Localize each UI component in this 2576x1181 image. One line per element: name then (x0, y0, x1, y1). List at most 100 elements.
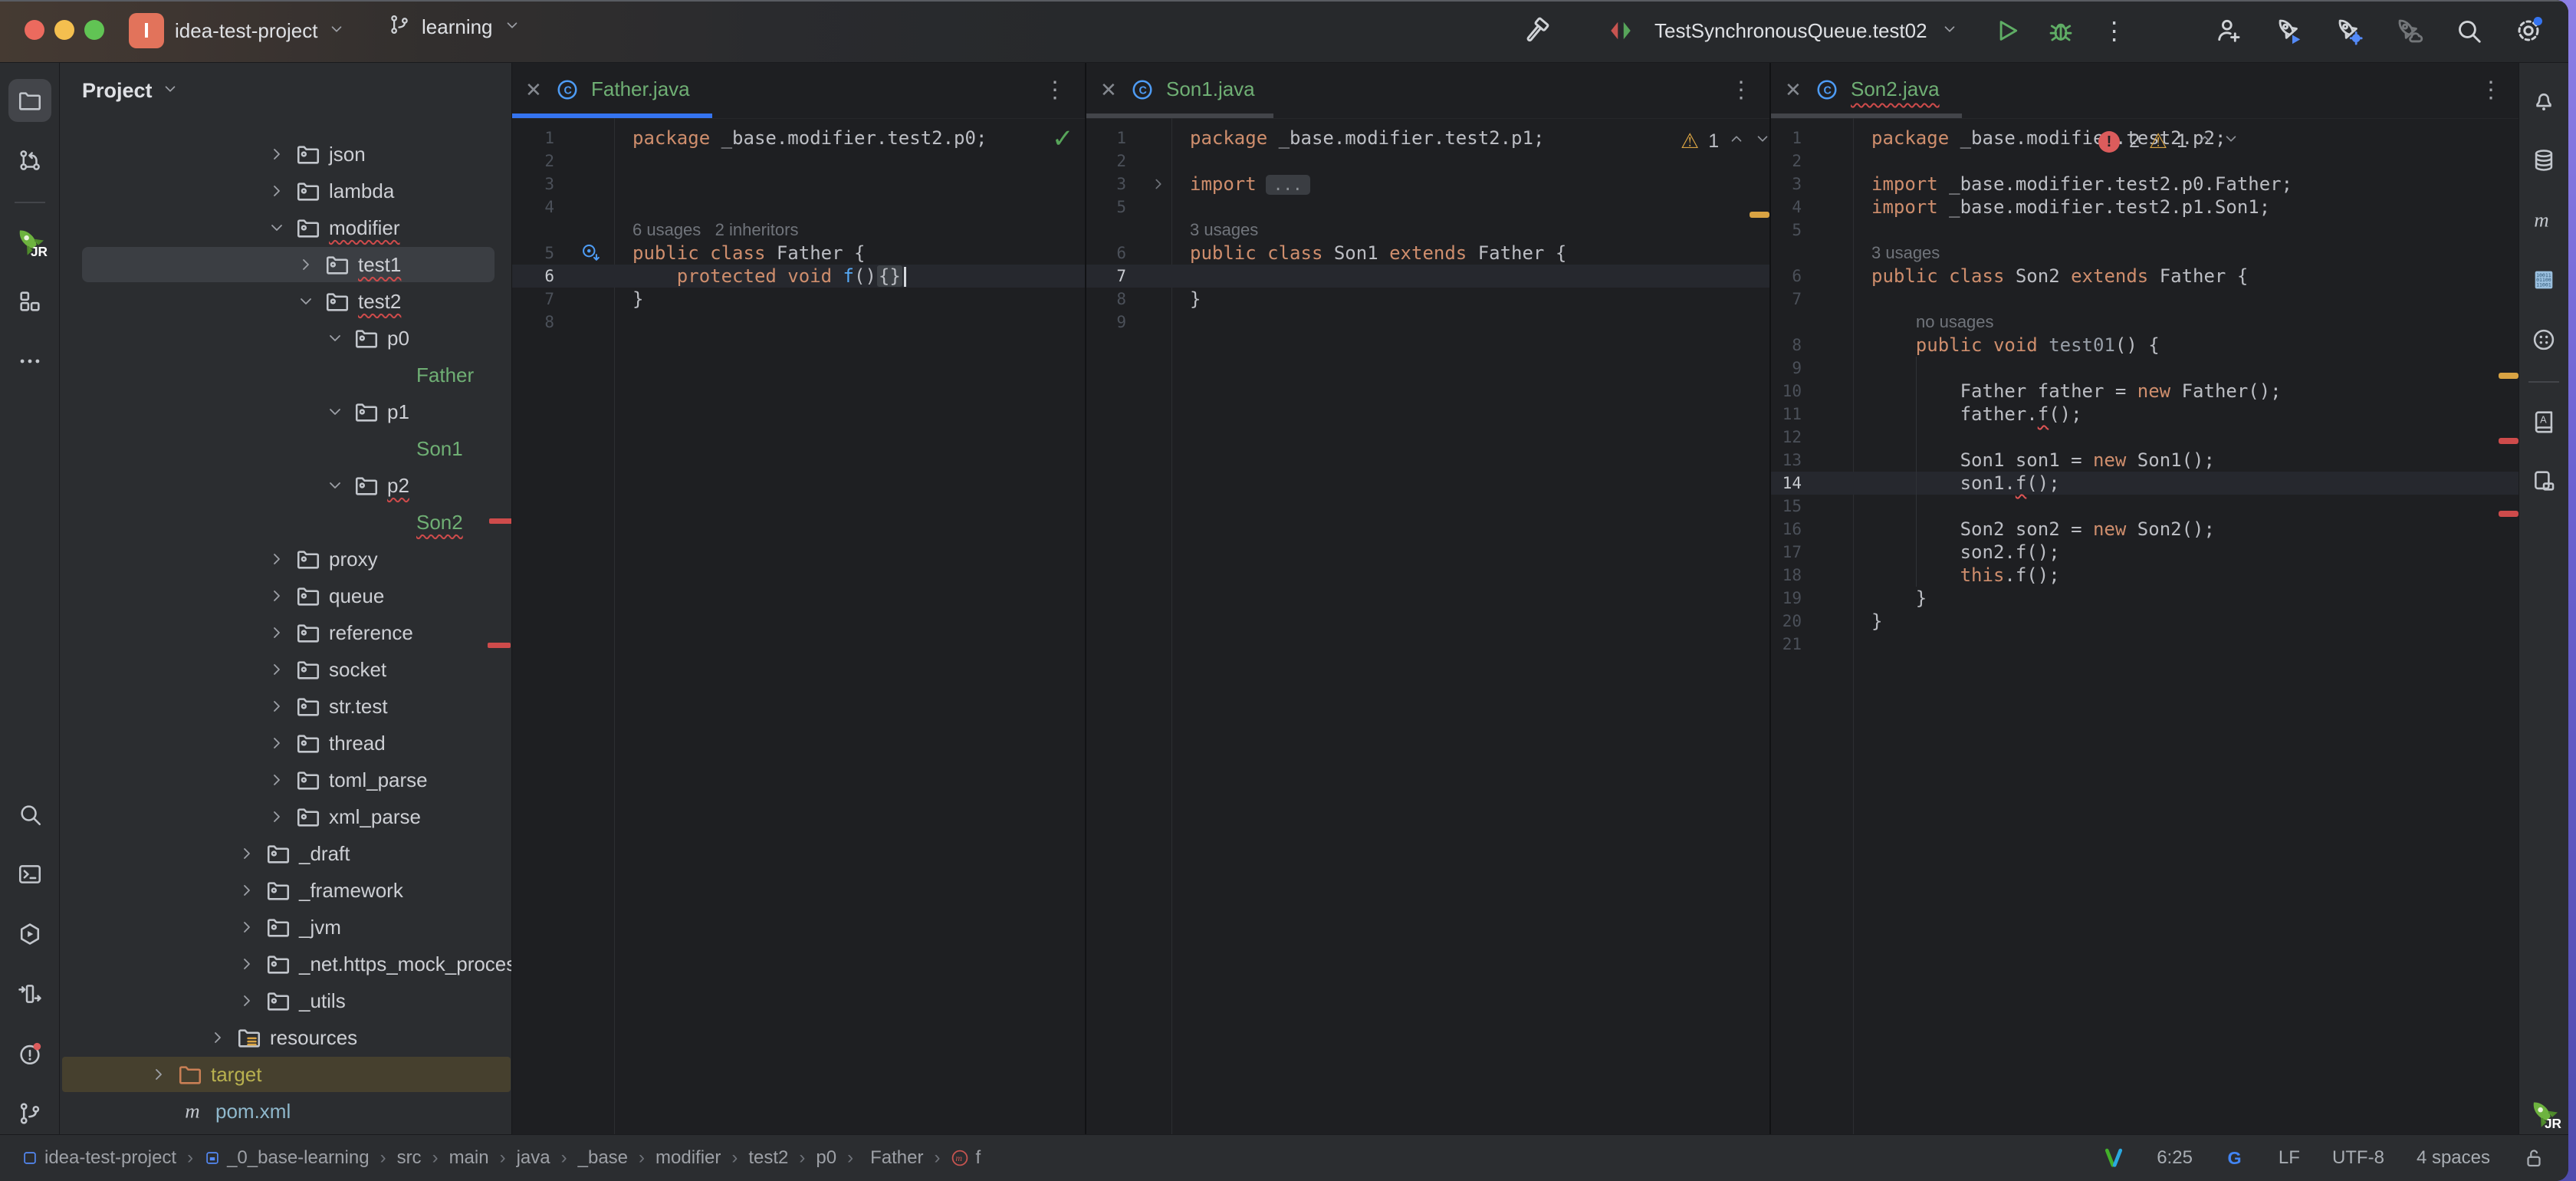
chevron-right-icon[interactable] (238, 835, 256, 872)
services-icon[interactable] (8, 913, 51, 956)
chevron-right-icon[interactable] (150, 1056, 168, 1093)
problems-icon[interactable] (8, 1032, 51, 1075)
tree-item-proxy[interactable]: proxy (59, 541, 511, 577)
chevron-down-icon[interactable] (297, 283, 315, 320)
inspections-widget[interactable]: !2⚠1 (2098, 130, 2239, 153)
breadcrumb-p0[interactable]: p0 (816, 1147, 836, 1169)
profiler-debug-button[interactable] (2329, 11, 2369, 51)
tree-item-thread[interactable]: thread (59, 725, 511, 762)
tree-item-toml_parse[interactable]: toml_parse (59, 762, 511, 798)
button-icon[interactable] (2522, 318, 2565, 361)
close-tab-icon[interactable]: ✕ (1100, 62, 1117, 118)
project-panel-header[interactable]: Project (82, 79, 179, 103)
breadcrumb-main[interactable]: main (449, 1147, 489, 1169)
indent[interactable]: 4 spaces (2417, 1147, 2490, 1169)
lock-icon[interactable] (2522, 1146, 2545, 1169)
tree-item-Son1[interactable]: Son1 (59, 430, 511, 467)
project-widget[interactable]: I idea-test-project (129, 13, 345, 48)
close-tab-icon[interactable]: ✕ (1785, 62, 1802, 118)
caret-position[interactable]: 6:25 (2157, 1147, 2193, 1169)
chevron-right-icon[interactable] (268, 798, 286, 835)
chevron-down-icon[interactable] (268, 209, 286, 246)
maven-icon[interactable]: m (2522, 199, 2565, 242)
tree-item-modifier[interactable]: modifier (59, 209, 511, 246)
debug-button[interactable] (2041, 11, 2081, 51)
code-editor-son2[interactable]: 1package _base.modifier.test2.p2;23impor… (1771, 118, 2521, 1135)
tree-item-Father[interactable]: Father (59, 357, 511, 393)
layout-icon[interactable] (2522, 459, 2565, 502)
tab-options-icon[interactable]: ⋮ (2479, 62, 2502, 118)
code-editor-son1[interactable]: 1package _base.modifier.test2.p1;23impor… (1086, 118, 1771, 1135)
encoding[interactable]: UTF-8 (2332, 1147, 2384, 1169)
terminal-icon[interactable] (8, 853, 51, 896)
usages-inlay[interactable]: 3 usages (1190, 219, 1258, 242)
chevron-right-icon[interactable] (268, 725, 286, 762)
chevron-right-icon[interactable] (268, 688, 286, 725)
profiler-run-button[interactable] (2269, 11, 2309, 51)
chevron-right-icon[interactable] (238, 982, 256, 1019)
usages-inlay[interactable]: 6 usages 2 inheritors (632, 219, 798, 242)
close-window-button[interactable] (25, 20, 44, 40)
close-tab-icon[interactable]: ✕ (525, 62, 542, 118)
breadcrumb-java[interactable]: java (517, 1147, 550, 1169)
chevron-right-icon[interactable] (297, 246, 315, 283)
google-icon[interactable]: G (2225, 1147, 2246, 1169)
chevron-right-icon[interactable] (268, 577, 286, 614)
commit-icon[interactable] (8, 139, 51, 182)
tree-item-p1[interactable]: p1 (59, 393, 511, 430)
inspections-widget[interactable]: ✓ (1052, 126, 1074, 152)
chevron-down-icon[interactable] (326, 320, 344, 357)
run-button[interactable] (1987, 11, 2027, 51)
breadcrumb-_base[interactable]: _base (578, 1147, 628, 1169)
error-stripe-mark[interactable] (1750, 212, 1769, 218)
tab-father-java[interactable]: Father.java (591, 62, 690, 117)
next-problem-icon[interactable] (2223, 130, 2239, 153)
breadcrumb-src[interactable]: src (397, 1147, 422, 1169)
tree-item-_draft[interactable]: _draft (59, 835, 511, 872)
tree-item-test2[interactable]: test2 (59, 283, 511, 320)
chevron-right-icon[interactable] (268, 173, 286, 209)
tab-options-icon[interactable]: ⋮ (1043, 62, 1066, 118)
breadcrumb-test2[interactable]: test2 (748, 1147, 788, 1169)
inspections-widget[interactable]: ⚠1 (1681, 130, 1771, 153)
breadcrumb-Father[interactable]: Father (864, 1147, 923, 1169)
settings-button[interactable] (2509, 11, 2548, 51)
code-with-me-button[interactable] (2210, 11, 2249, 51)
project-folder-icon[interactable] (8, 79, 51, 122)
tree-item-Son2[interactable]: Son2 (59, 504, 511, 541)
chevron-right-icon[interactable] (268, 762, 286, 798)
jrebel-icon[interactable]: JR (8, 220, 51, 263)
tree-item-test1[interactable]: test1 (59, 246, 511, 283)
binary-icon[interactable]: 100110110011001 (2522, 258, 2565, 301)
breadcrumb-idea-test-project[interactable]: idea-test-project (21, 1147, 176, 1169)
chevron-down-icon[interactable] (326, 393, 344, 430)
build-button[interactable] (1516, 11, 1556, 51)
tree-item-pom.xml[interactable]: mpom.xml (59, 1093, 511, 1130)
breadcrumb-modifier[interactable]: modifier (656, 1147, 721, 1169)
tree-item-reference[interactable]: reference (59, 614, 511, 651)
minimize-window-button[interactable] (54, 20, 74, 40)
jrebel-float-icon[interactable]: JR (2522, 1092, 2565, 1135)
chevron-down-icon[interactable] (326, 467, 344, 504)
tree-item-queue[interactable]: queue (59, 577, 511, 614)
line-separator[interactable]: LF (2279, 1147, 2300, 1169)
chevron-right-icon[interactable] (268, 651, 286, 688)
code-editor-father[interactable]: 1package _base.modifier.test2.p0;2346 us… (511, 118, 1085, 1135)
tree-item-p2[interactable]: p2 (59, 467, 511, 504)
chevron-right-icon[interactable] (238, 909, 256, 946)
chevron-right-icon[interactable] (268, 136, 286, 173)
tree-item-xml_parse[interactable]: xml_parse (59, 798, 511, 835)
chevron-right-icon[interactable] (238, 872, 256, 909)
prev-problem-icon[interactable] (1728, 130, 1745, 153)
next-problem-icon[interactable] (1754, 130, 1771, 153)
dictionary-icon[interactable]: A (2522, 400, 2565, 442)
tree-item-json[interactable]: json (59, 136, 511, 173)
tab-son1-java[interactable]: Son1.java (1166, 62, 1255, 117)
tree-item-str.test[interactable]: str.test (59, 688, 511, 725)
more-icon[interactable] (8, 340, 51, 383)
breadcrumb-_0_base-learning[interactable]: _0_base-learning (204, 1147, 369, 1169)
error-stripe-mark[interactable] (2499, 511, 2518, 517)
git-icon[interactable] (8, 1092, 51, 1135)
error-stripe-mark[interactable] (2499, 373, 2518, 379)
run-config-chevron-icon[interactable] (1941, 19, 1958, 43)
